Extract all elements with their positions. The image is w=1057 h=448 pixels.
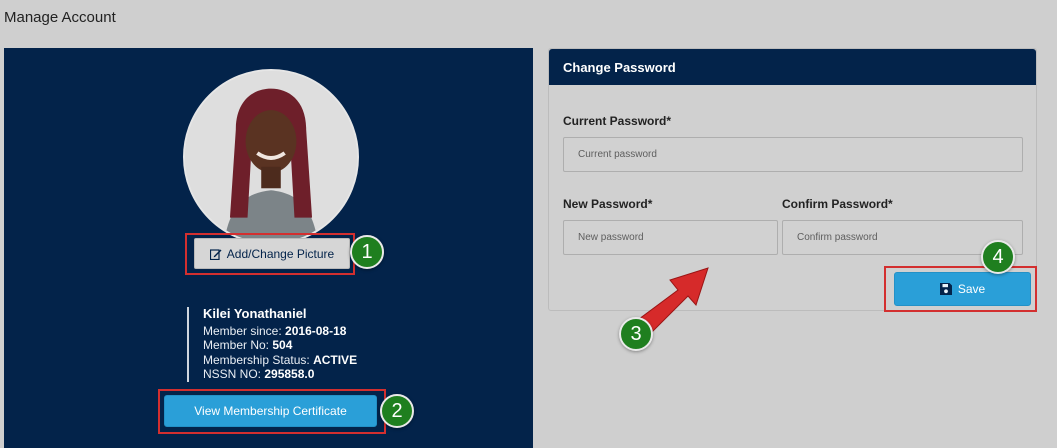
nssn-row: NSSN NO: 295858.0 (203, 367, 315, 381)
membership-status-value: ACTIVE (313, 352, 358, 367)
membership-status-row: Membership Status: ACTIVE (203, 352, 358, 367)
nssn-value: 295858.0 (264, 367, 315, 381)
step-badge-3: 3 (619, 317, 653, 351)
highlight-certificate (158, 389, 386, 434)
member-no-row: Member No: 504 (203, 338, 293, 352)
profile-photo (185, 71, 357, 243)
new-password-label: New Password* (563, 197, 653, 211)
member-info: Kilei Yonathaniel Member since: 2016-08-… (187, 306, 358, 382)
confirm-password-label: Confirm Password* (782, 197, 893, 211)
member-no-value: 504 (272, 338, 293, 352)
member-since-value: 2016-08-18 (285, 323, 347, 338)
step-badge-4: 4 (981, 240, 1015, 274)
current-password-label: Current Password* (563, 114, 672, 128)
page-title: Manage Account (4, 9, 116, 26)
member-name: Kilei Yonathaniel (203, 306, 307, 321)
highlight-save (884, 266, 1037, 312)
current-password-input[interactable] (563, 137, 1023, 172)
avatar (183, 69, 359, 245)
step-badge-2: 2 (380, 394, 414, 428)
highlight-add-picture (185, 233, 355, 275)
change-password-title: Change Password (549, 49, 1036, 85)
new-password-input[interactable] (563, 220, 778, 255)
member-since-row: Member since: 2016-08-18 (203, 323, 347, 338)
step-badge-1: 1 (350, 235, 384, 269)
